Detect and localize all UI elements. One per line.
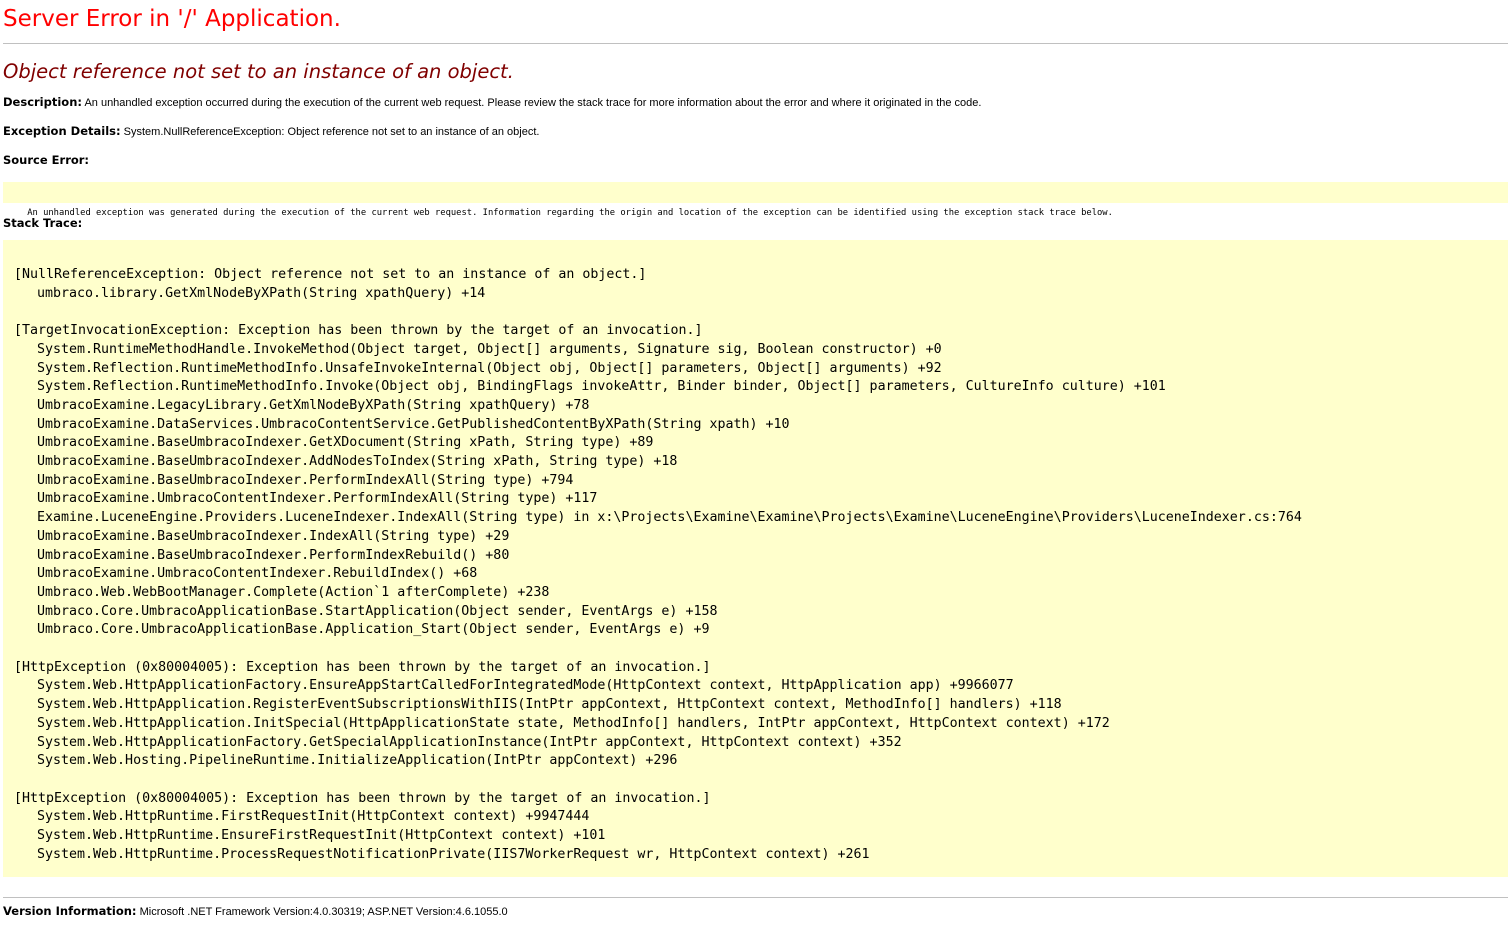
stack-frame: UmbracoExamine.BaseUmbracoIndexer.GetXDo… (37, 435, 654, 451)
stack-frame: Umbraco.Core.UmbracoApplicationBase.Appl… (37, 622, 710, 638)
stack-frame: System.RuntimeMethodHandle.InvokeMethod(… (37, 341, 942, 357)
stack-frame: System.Web.HttpRuntime.ProcessRequestNot… (37, 846, 870, 862)
stack-block: [HttpException (0x80004005): Exception h… (14, 659, 1508, 771)
stack-frame: umbraco.library.GetXmlNodeByXPath(String… (37, 285, 486, 301)
stack-trace-box: [NullReferenceException: Object referenc… (3, 240, 1508, 877)
stack-frame: UmbracoExamine.DataServices.UmbracoConte… (37, 416, 790, 432)
stack-frame: UmbracoExamine.UmbracoContentIndexer.Reb… (37, 566, 478, 582)
stack-frame: Examine.LuceneEngine.Providers.LuceneInd… (37, 510, 1302, 526)
stack-frame: System.Web.HttpRuntime.EnsureFirstReques… (37, 828, 606, 844)
page-title: Server Error in '/' Application. (3, 6, 341, 32)
error-message: Object reference not set to an instance … (3, 60, 514, 83)
exception-header: [HttpException (0x80004005): Exception h… (14, 790, 711, 806)
stack-frame: UmbracoExamine.BaseUmbracoIndexer.Perfor… (37, 472, 574, 488)
source-error-text: An unhandled exception was generated dur… (27, 208, 1113, 218)
stack-frame: Umbraco.Core.UmbracoApplicationBase.Star… (37, 603, 718, 619)
stack-frame: System.Web.Hosting.PipelineRuntime.Initi… (37, 753, 678, 769)
exception-details-text: System.NullReferenceException: Object re… (123, 126, 540, 138)
stack-frame: UmbracoExamine.BaseUmbracoIndexer.Perfor… (37, 547, 510, 563)
stack-frame: UmbracoExamine.BaseUmbracoIndexer.AddNod… (37, 454, 678, 470)
stack-frame: System.Reflection.RuntimeMethodInfo.Unsa… (37, 360, 942, 376)
version-text: Microsoft .NET Framework Version:4.0.303… (139, 906, 508, 918)
description-label: Description: (3, 95, 82, 109)
footer-divider (3, 897, 1508, 898)
description-section: Description: An unhandled exception occu… (3, 95, 1508, 110)
source-error-box: An unhandled exception was generated dur… (3, 182, 1508, 218)
exception-header: [TargetInvocationException: Exception ha… (14, 323, 703, 339)
stack-frame: System.Web.HttpApplication.InitSpecial(H… (37, 715, 1110, 731)
stack-frame: Umbraco.Web.WebBootManager.Complete(Acti… (37, 584, 550, 600)
stack-frame: System.Web.HttpApplication.RegisterEvent… (37, 697, 1062, 713)
title-divider (3, 43, 1508, 44)
stack-frame: System.Web.HttpApplicationFactory.GetSpe… (37, 734, 902, 750)
stack-block: [NullReferenceException: Object referenc… (14, 266, 1508, 303)
version-information: Version Information: Microsoft .NET Fram… (3, 904, 1508, 919)
exception-details-section: Exception Details: System.NullReferenceE… (3, 124, 1508, 139)
source-error-label: Source Error: (3, 153, 90, 167)
error-page: Server Error in '/' Application. Object … (0, 0, 1511, 919)
version-label: Version Information: (3, 904, 137, 918)
stack-frame: System.Reflection.RuntimeMethodInfo.Invo… (37, 379, 1166, 395)
stack-trace-label: Stack Trace: (3, 216, 83, 230)
exception-header: [HttpException (0x80004005): Exception h… (14, 659, 711, 675)
stack-frame: UmbracoExamine.LegacyLibrary.GetXmlNodeB… (37, 397, 590, 413)
stack-frame: System.Web.HttpApplicationFactory.Ensure… (37, 678, 1014, 694)
stack-frame: UmbracoExamine.BaseUmbracoIndexer.IndexA… (37, 528, 510, 544)
exception-details-label: Exception Details: (3, 124, 121, 138)
stack-block: [TargetInvocationException: Exception ha… (14, 322, 1508, 640)
stack-frame: UmbracoExamine.UmbracoContentIndexer.Per… (37, 491, 598, 507)
stack-frame: System.Web.HttpRuntime.FirstRequestInit(… (37, 809, 590, 825)
stack-block: [HttpException (0x80004005): Exception h… (14, 790, 1508, 865)
exception-header: [NullReferenceException: Object referenc… (14, 267, 647, 282)
source-error-section: Source Error: (3, 153, 1508, 168)
description-text: An unhandled exception occurred during t… (84, 97, 982, 109)
